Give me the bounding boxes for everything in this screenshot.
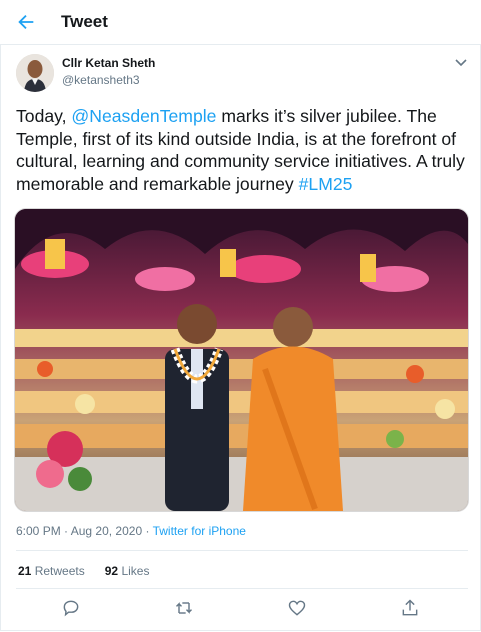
avatar[interactable] [16,54,54,92]
likes-stat[interactable]: 92 Likes [105,564,150,578]
like-icon-svg [288,600,306,616]
retweets-count: 21 [18,564,32,578]
share-icon-svg [402,599,418,616]
back-arrow-icon[interactable] [12,8,40,36]
likes-label: Likes [121,564,150,578]
divider [16,550,468,551]
reply-icon-svg [63,600,79,617]
author-handle[interactable]: @ketansheth3 [62,73,140,87]
hashtag-link[interactable]: #LM25 [299,174,353,194]
avatar-image [16,54,54,92]
author-name[interactable]: Cllr Ketan Sheth [62,56,155,70]
tweet-text: Today, @NeasdenTemple marks it’s silver … [16,105,474,195]
reply-icon[interactable] [61,598,83,620]
chevron-down-icon-svg [455,59,467,67]
page-title: Tweet [61,12,108,31]
tweet-photo[interactable] [14,208,469,512]
tweet-date[interactable]: Aug 20, 2020 [71,524,142,538]
like-icon[interactable] [287,598,309,620]
meta-separator: · [60,524,71,538]
likes-count: 92 [104,564,119,578]
tweet-meta: 6:00 PM · Aug 20, 2020 · Twitter for iPh… [16,524,246,538]
back-arrow-icon-svg [18,14,34,30]
tweet-stats: 21 Retweets 92 Likes [18,564,149,578]
mention-link[interactable]: @NeasdenTemple [71,106,216,126]
action-bar [0,598,481,622]
retweet-icon[interactable] [174,598,196,620]
tweet-time[interactable]: 6:00 PM [16,524,61,538]
retweets-stat[interactable]: 21 Retweets [18,564,85,578]
retweet-icon-svg [175,602,193,614]
tweet-source-link[interactable]: Twitter for iPhone [153,524,246,538]
photo-image [15,209,468,511]
divider [16,588,468,589]
meta-separator-2: · [142,524,153,538]
retweets-label: Retweets [34,564,85,578]
tweet-text-part-1: Today, [16,106,72,126]
header: Tweet [0,0,481,45]
chevron-down-icon[interactable] [452,55,470,69]
share-icon[interactable] [400,598,422,620]
